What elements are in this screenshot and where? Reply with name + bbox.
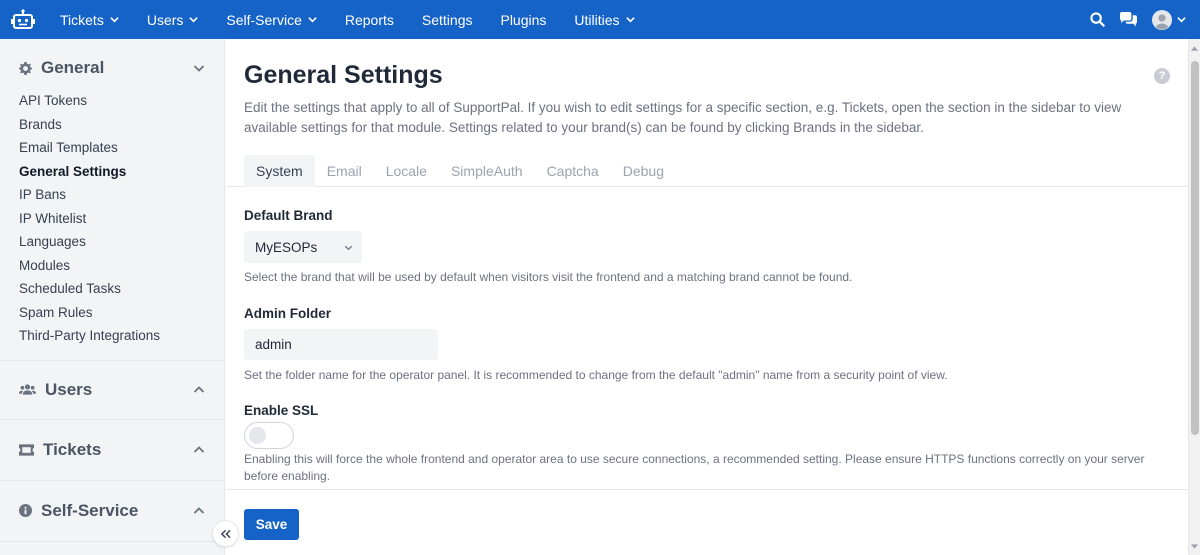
sidebar-item-scheduled-tasks[interactable]: Scheduled Tasks	[19, 277, 205, 301]
enable-ssl-toggle[interactable]	[244, 422, 294, 449]
tab-debug[interactable]: Debug	[611, 155, 676, 187]
sidebar-item-ip-whitelist[interactable]: IP Whitelist	[19, 207, 205, 231]
tab-system[interactable]: System	[244, 155, 315, 187]
chevron-up-icon	[193, 506, 205, 514]
nav-item-tickets[interactable]: Tickets	[46, 0, 133, 39]
ticket-icon	[19, 443, 34, 456]
sidebar-item-spam-rules[interactable]: Spam Rules	[19, 301, 205, 325]
search-icon[interactable]	[1090, 12, 1105, 27]
sidebar-item-api-tokens[interactable]: API Tokens	[19, 89, 205, 113]
save-button[interactable]: Save	[244, 509, 299, 540]
help-icon[interactable]: ?	[1154, 68, 1170, 84]
tab-email[interactable]: Email	[315, 155, 374, 187]
nav-label: Plugins	[500, 11, 547, 28]
sidebar-item-email-templates[interactable]: Email Templates	[19, 136, 205, 160]
page-scrollbar[interactable]	[1188, 39, 1200, 555]
user-avatar-icon[interactable]	[1152, 9, 1186, 30]
gear-icon	[19, 61, 32, 75]
sidebar-item-general-settings[interactable]: General Settings	[19, 160, 205, 184]
form-divider	[226, 489, 1188, 490]
default-brand-select[interactable]: MyESOPs	[244, 231, 362, 263]
scroll-down-icon[interactable]	[1189, 541, 1200, 551]
nav-label: Users	[146, 11, 184, 28]
scroll-up-icon[interactable]	[1189, 43, 1200, 53]
enable-ssl-label: Enable SSL	[244, 403, 319, 418]
nav-label: Settings	[421, 11, 473, 28]
chevron-down-icon	[308, 17, 317, 23]
chevron-down-icon	[344, 245, 353, 250]
toggle-knob	[249, 427, 266, 444]
chevron-down-icon	[189, 17, 199, 23]
sidebar-section-tickets[interactable]: Tickets	[0, 420, 224, 480]
sidebar-item-ip-bans[interactable]: IP Bans	[19, 183, 205, 207]
nav-item-plugins[interactable]: Plugins	[486, 0, 560, 39]
page-title: General Settings	[244, 61, 443, 89]
chevron-down-icon	[1177, 17, 1186, 23]
admin-folder-input[interactable]	[244, 329, 438, 360]
sidebar-item-brands[interactable]: Brands	[19, 113, 205, 137]
sidebar-general-list: API Tokens Brands Email Templates General S…	[0, 89, 224, 360]
tab-captcha[interactable]: Captcha	[535, 155, 611, 187]
sidebar-item-third-party-integrations[interactable]: Third-Party Integrations	[19, 324, 205, 348]
sidebar-divider	[0, 540, 224, 542]
scroll-thumb[interactable]	[1191, 61, 1199, 435]
main-content: General Settings ? Edit the settings tha…	[226, 39, 1188, 555]
sidebar-section-users[interactable]: Users	[0, 361, 224, 419]
enable-ssl-help: Enabling this will force the whole front…	[244, 452, 1145, 483]
sidebar-section-title: Tickets	[43, 439, 102, 459]
main-nav: Tickets Users Self-Service Reports Setti…	[46, 0, 649, 39]
top-right-tools	[1090, 0, 1200, 39]
chat-icon[interactable]	[1119, 11, 1138, 28]
nav-label: Self-Service	[226, 11, 302, 28]
sidebar-item-languages[interactable]: Languages	[19, 230, 205, 254]
nav-label: Reports	[344, 11, 394, 28]
chevron-up-icon	[193, 385, 205, 393]
sidebar-section-title: General	[41, 58, 105, 77]
logo-icon[interactable]	[0, 0, 46, 39]
tab-locale[interactable]: Locale	[374, 155, 439, 187]
nav-label: Tickets	[60, 11, 104, 28]
settings-tabs: System Email Locale SimpleAuth Captcha Debug	[226, 155, 1188, 187]
chevron-down-icon	[110, 17, 119, 23]
nav-item-settings[interactable]: Settings	[408, 0, 487, 39]
sidebar-section-self-service[interactable]: Self-Service	[0, 481, 224, 541]
nav-item-reports[interactable]: Reports	[331, 0, 408, 39]
chevron-down-icon	[625, 17, 635, 23]
sidebar-item-modules[interactable]: Modules	[19, 254, 205, 278]
nav-item-utilities[interactable]: Utilities	[560, 0, 648, 39]
admin-folder-label: Admin Folder	[244, 306, 331, 321]
sidebar-section-title: Self-Service	[41, 500, 139, 520]
default-brand-help: Select the brand that will be used by de…	[244, 270, 853, 284]
top-navbar: Tickets Users Self-Service Reports Setti…	[0, 0, 1200, 39]
nav-item-users[interactable]: Users	[133, 0, 213, 39]
sidebar: General API Tokens Brands Email Templates G…	[0, 39, 225, 555]
info-icon	[19, 504, 32, 517]
users-icon	[19, 384, 36, 395]
page-intro: Edit the settings that apply to all of S…	[244, 100, 1122, 135]
default-brand-label: Default Brand	[244, 208, 333, 223]
nav-label: Utilities	[574, 11, 620, 28]
default-brand-value: MyESOPs	[255, 239, 318, 255]
chevron-down-icon	[193, 65, 205, 72]
tab-simpleauth[interactable]: SimpleAuth	[439, 155, 535, 187]
nav-item-self-service[interactable]: Self-Service	[212, 0, 330, 39]
chevron-up-icon	[193, 445, 205, 453]
admin-folder-help: Set the folder name for the operator pan…	[244, 368, 948, 382]
sidebar-section-title: Users	[45, 379, 93, 399]
